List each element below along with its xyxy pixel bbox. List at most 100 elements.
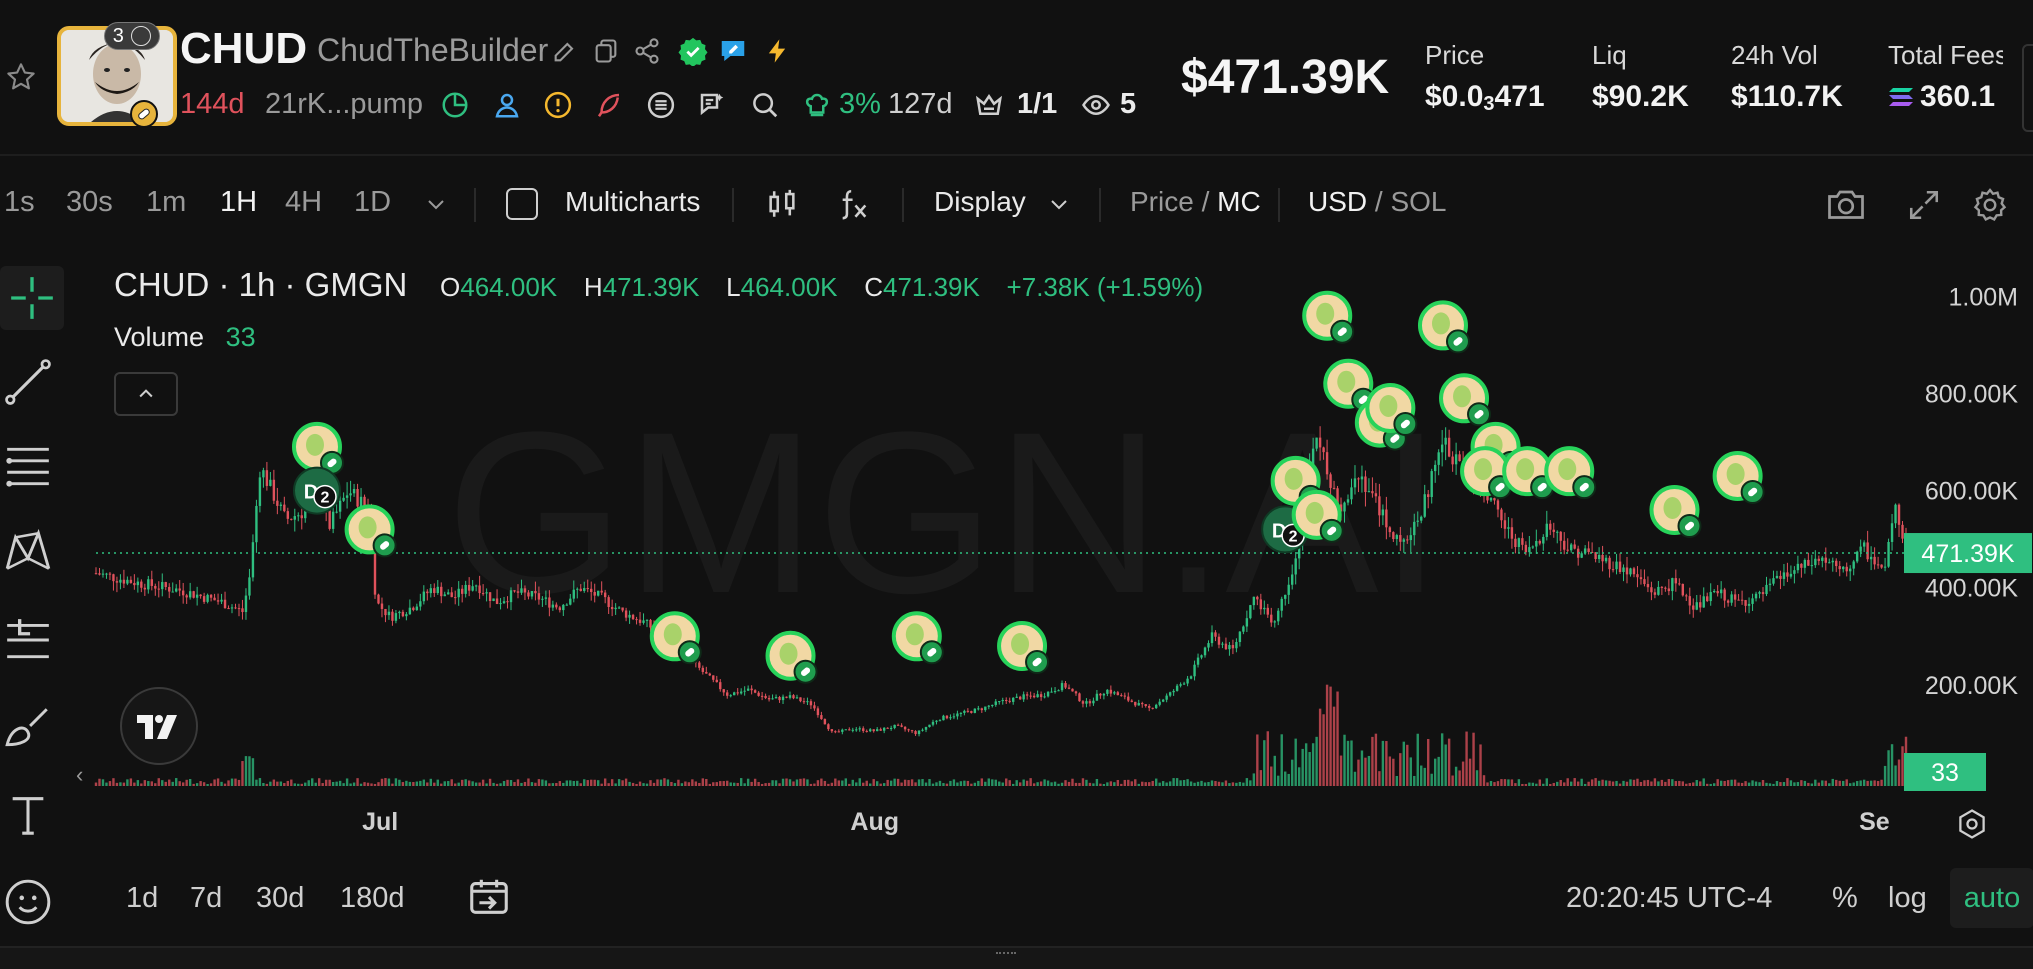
text-tool-icon[interactable] [0, 786, 56, 842]
chart-bottom-bar: 1d 7d 30d 180d 20:20:45 UTC-4 % log auto [86, 852, 2033, 957]
chart-clock[interactable]: 20:20:45 UTC-4 [1566, 882, 1772, 915]
notes-icon[interactable] [695, 88, 729, 122]
timeframe-1h[interactable]: 1H [220, 186, 257, 219]
coin-trade-marker[interactable] [1302, 290, 1355, 344]
coin-trade-marker[interactable] [649, 611, 702, 665]
warning-icon[interactable] [541, 88, 575, 122]
candle-body [1894, 504, 1897, 524]
search-icon[interactable] [748, 88, 782, 122]
candle-body [746, 688, 750, 691]
creator-name[interactable]: ChudTheBuilder [317, 32, 548, 69]
price-chart[interactable]: GMGN.AI 471.39K 33 D2D2 1.00M 800.00K 600.0… [76, 252, 2033, 852]
volume-bar [785, 778, 788, 786]
indicators-fx-icon[interactable] [836, 186, 872, 222]
volume-bar [1291, 759, 1294, 786]
volume-bar [684, 781, 687, 786]
coin-trade-marker[interactable] [765, 630, 818, 684]
list-circle-icon[interactable] [644, 88, 678, 122]
period-180d[interactable]: 180d [340, 882, 405, 915]
camera-icon[interactable] [1824, 184, 1868, 224]
candle-body [1364, 476, 1367, 493]
period-1d[interactable]: 1d [126, 882, 158, 915]
chart-canvas[interactable]: GMGN.AI 471.39K33 D 2D 2 1.00M800.00K600.0… [86, 252, 2033, 852]
volume-bar [698, 782, 701, 786]
volume-bar [1479, 744, 1482, 786]
volume-bar [558, 781, 562, 786]
candle-body [1280, 598, 1283, 611]
coin-trade-marker[interactable] [1712, 451, 1765, 504]
bottom-resize-handle[interactable] [0, 946, 2033, 969]
pie-chart-icon[interactable] [438, 88, 472, 122]
display-chevron-down-icon[interactable] [1043, 188, 1075, 220]
timeframe-1d[interactable]: 1D [354, 186, 391, 219]
pattern-icon[interactable] [0, 524, 56, 580]
coin-trade-marker[interactable] [291, 421, 344, 475]
display-menu[interactable]: Display [934, 186, 1026, 218]
favorite-star-icon[interactable] [4, 60, 38, 94]
projection-icon[interactable] [0, 612, 56, 668]
candle-body [708, 673, 711, 676]
copy-icon[interactable] [589, 34, 623, 68]
period-30d[interactable]: 30d [256, 882, 304, 915]
price-option[interactable]: Price [1130, 186, 1194, 217]
mc-option[interactable]: MC [1217, 186, 1261, 217]
scroll-left-icon[interactable]: ‹ [76, 762, 83, 788]
edit-icon[interactable] [548, 34, 582, 68]
settings-gear-icon[interactable] [1970, 186, 2010, 224]
dev-trade-marker[interactable]: D2 [292, 466, 341, 515]
twitter-tag-icon[interactable] [716, 34, 750, 68]
chevron-down-icon[interactable] [420, 188, 452, 220]
sol-option[interactable]: SOL [1390, 186, 1446, 217]
user-icon[interactable] [490, 88, 524, 122]
usd-option[interactable]: USD [1308, 186, 1367, 217]
multicharts-checkbox[interactable] [506, 188, 538, 220]
volume-bar [757, 782, 760, 786]
volume-bar [628, 781, 631, 786]
timeframe-1m[interactable]: 1m [146, 186, 186, 219]
currency-toggle[interactable]: USD / SOL [1308, 186, 1447, 218]
volume-bar [1399, 753, 1402, 786]
volume-bar [1747, 782, 1751, 786]
volume-bar [1186, 779, 1189, 786]
crosshair-icon[interactable] [0, 266, 64, 330]
coin-trade-marker[interactable] [344, 504, 397, 558]
contract-address[interactable]: 21rK...pump [265, 88, 423, 121]
coin-trade-marker[interactable] [997, 621, 1050, 674]
candle-type-icon[interactable] [764, 186, 800, 222]
log-scale-toggle[interactable]: log [1888, 882, 1927, 915]
volume-legend: Volume 33 [114, 322, 256, 353]
feather-icon[interactable] [592, 88, 626, 122]
timeframe-4h[interactable]: 4H [285, 186, 322, 219]
share-icon[interactable] [630, 34, 664, 68]
auto-scale-toggle[interactable]: auto [1950, 868, 2033, 928]
coin-trade-marker[interactable] [891, 611, 944, 665]
tradingview-logo-icon[interactable] [120, 687, 198, 765]
candle-body [1538, 541, 1542, 544]
emoji-icon[interactable] [0, 874, 56, 930]
coin-trade-marker[interactable] [1439, 373, 1492, 427]
axis-settings-icon[interactable] [1952, 804, 1992, 844]
coin-trade-marker[interactable] [1649, 485, 1702, 538]
resize-grip-icon[interactable] [996, 952, 1016, 956]
timeframe-30s[interactable]: 30s [66, 186, 113, 219]
coin-trade-marker[interactable] [1417, 300, 1470, 354]
date-range-icon[interactable] [464, 872, 514, 922]
candle-body [1618, 561, 1622, 572]
volume-bar [154, 783, 157, 786]
percent-scale-toggle[interactable]: % [1832, 882, 1858, 915]
timeframe-1s[interactable]: 1s [4, 186, 35, 219]
candle-body [1531, 546, 1535, 548]
candle-body [635, 619, 638, 621]
trend-line-icon[interactable] [0, 354, 56, 410]
brush-icon[interactable] [0, 700, 56, 756]
lightning-icon[interactable] [760, 34, 794, 68]
volume-bar [112, 778, 115, 786]
multicharts-label[interactable]: Multicharts [565, 186, 700, 218]
candle-body [1876, 564, 1880, 566]
collapse-legend-button[interactable] [114, 372, 178, 416]
period-7d[interactable]: 7d [190, 882, 222, 915]
price-mc-toggle[interactable]: Price / MC [1130, 186, 1261, 218]
fullscreen-icon[interactable] [1905, 186, 1943, 224]
fib-lines-icon[interactable] [0, 438, 56, 494]
candle-body [537, 593, 541, 600]
